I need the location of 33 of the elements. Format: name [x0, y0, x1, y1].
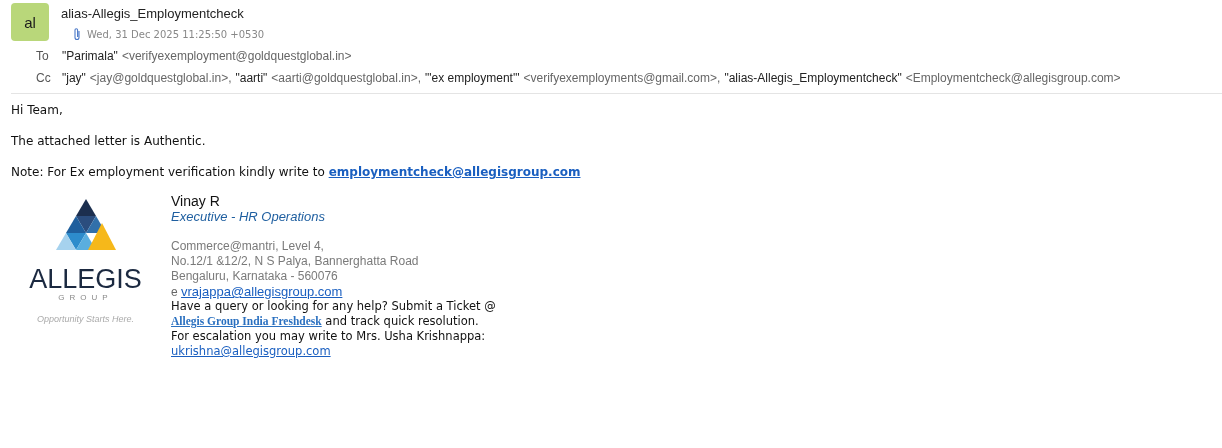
recipient-address: <Employmentcheck@allegisgroup.com> — [905, 71, 1121, 85]
email-link[interactable]: employmentcheck@allegisgroup.com — [328, 165, 581, 179]
email-link[interactable]: vrajappa@allegisgroup.com — [181, 284, 343, 299]
greeting-text: Hi Team, — [11, 103, 64, 117]
recipient-address: <jay@goldquestglobal.in>, — [89, 71, 232, 85]
freshdesk-link[interactable]: Allegis Group India Freshdesk — [171, 315, 322, 327]
message-text: The attached letter is Authentic. — [11, 134, 207, 148]
sender-avatar: al — [11, 3, 49, 41]
recipient-name: "'ex employment'" — [425, 71, 520, 85]
logo-wordmark: ALLEGIS — [29, 265, 142, 293]
signature-name: Vinay R — [171, 193, 221, 209]
recipient-name: "alias-Allegis_Employmentcheck" — [724, 71, 902, 85]
recipient-address: <verifyexemployment@goldquestglobal.in> — [121, 49, 352, 63]
address-line: Bengaluru, Karnataka - 560076 — [171, 269, 339, 284]
signature-title: Executive - HR Operations — [171, 209, 326, 224]
address-line: No.12/1 &12/2, N S Palya, Bannerghatta Road — [171, 254, 420, 269]
recipient-name: "jay" — [62, 71, 86, 85]
recipient-address: <verifyexemployments@gmail.com>, — [523, 71, 721, 85]
sender-name: alias-Allegis_Employmentcheck — [61, 6, 245, 21]
cc-label: Cc — [36, 71, 52, 85]
escalation-text: For escalation you may write to Mrs. Usha Krishnappa: — [171, 329, 487, 344]
note-text: Note: For Ex employment verification kindly write to employmentcheck@allegisgroup.com — [11, 165, 582, 179]
recipient-name: "Parimala" — [62, 49, 118, 63]
address-line: Commerce@mantri, Level 4, — [171, 239, 325, 254]
email-date: Wed, 31 Dec 2025 11:25:50 +0530 — [87, 28, 265, 40]
to-label: To — [36, 49, 50, 63]
logo-subtitle: GROUP — [58, 293, 113, 302]
recipient-name: "aarti" — [235, 71, 268, 85]
logo-tagline: Opportunity Starts Here. — [36, 314, 134, 324]
recipient-address: <aarti@goldquestglobal.in>, — [271, 71, 421, 85]
ticket-text: Have a query or looking for any help? Submit a Ticket @ Allegis Group India Freshdesk and track quick resolution. — [171, 299, 497, 329]
email-label: e — [171, 285, 178, 299]
email-link[interactable]: ukrishna@allegisgroup.com — [171, 344, 551, 359]
